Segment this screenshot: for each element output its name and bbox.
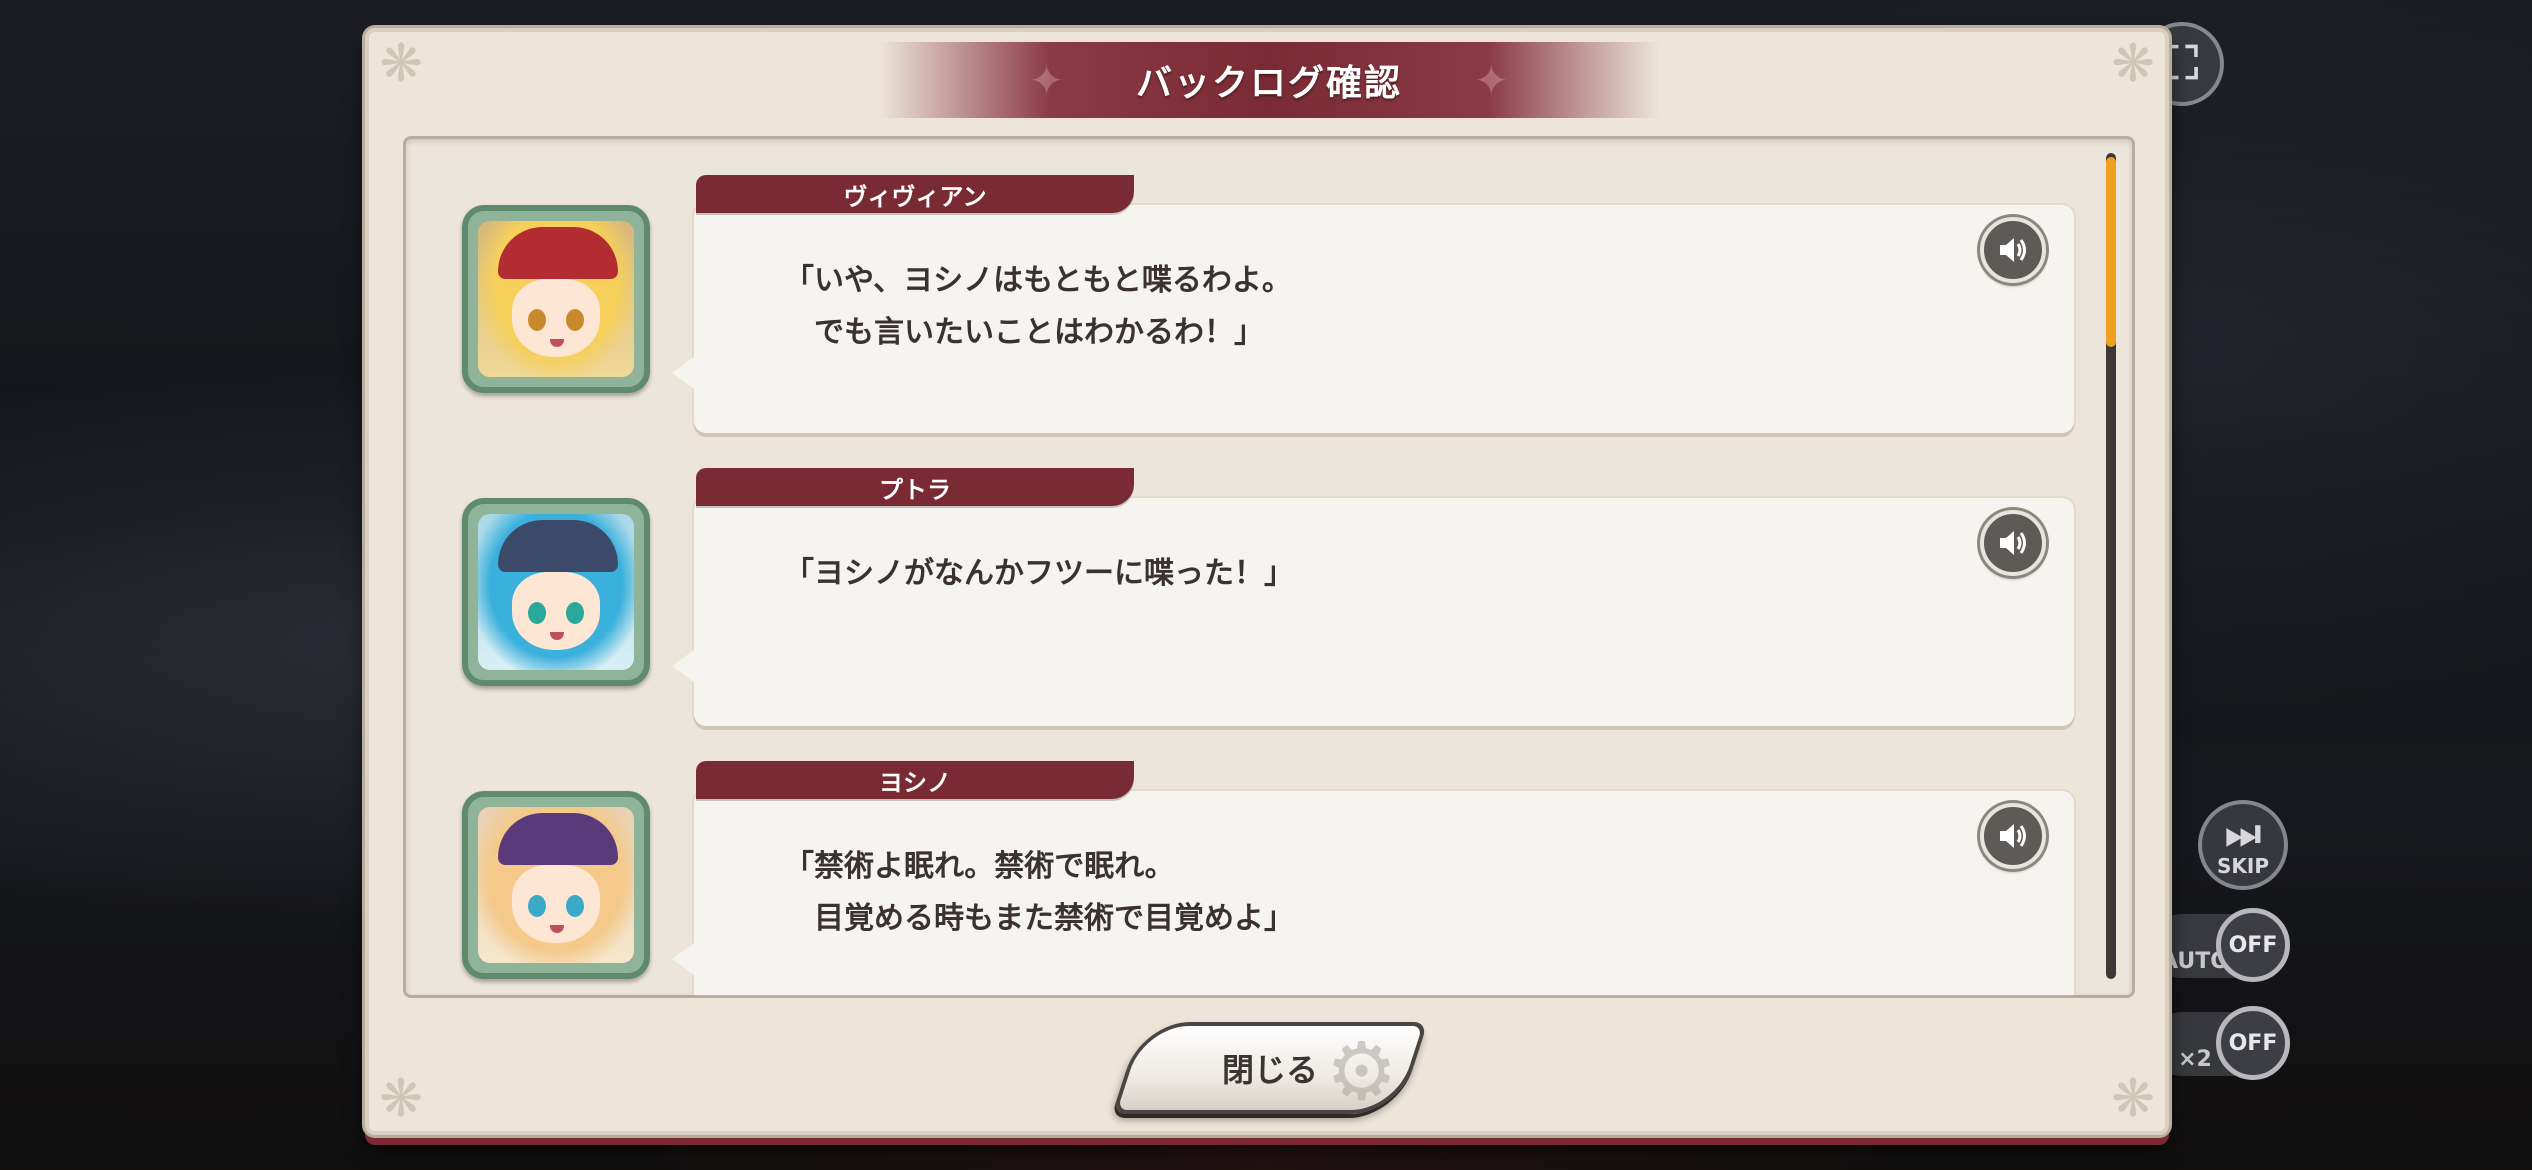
dialogue-text: 「いや、ヨシノはもともと喋るわよ。 でも言いたいことはわかるわ！」 xyxy=(784,263,1292,350)
speaker-icon xyxy=(2000,824,2026,848)
speed-toggle[interactable]: ×2 OFF xyxy=(2150,1006,2290,1080)
speed-state: OFF xyxy=(2216,1006,2290,1080)
list-item: 「ヨシノがなんかフツーに喋った！」 プトラ xyxy=(406,468,2106,728)
auto-toggle[interactable]: AUTO OFF xyxy=(2150,908,2290,982)
speaker-icon xyxy=(2000,238,2026,262)
speaker-name: ヴィヴィアン xyxy=(696,175,1134,213)
voice-replay-button[interactable] xyxy=(1980,510,2046,576)
dialogue-text: 「ヨシノがなんかフツーに喋った！」 xyxy=(784,556,1294,591)
skip-icon: ⏭ xyxy=(2225,811,2261,857)
avatar xyxy=(462,791,650,979)
list-item: 「禁術よ眠れ。禁術で眠れ。 目覚める時もまた禁術で目覚めよ」 ヨシノ xyxy=(406,761,2106,995)
scrollbar[interactable] xyxy=(2106,153,2116,979)
title-ornament: ✦ xyxy=(1473,56,1509,105)
backlog-dialog: ❋ ❋ ❋ ❋ ✦ バックログ確認 ✦ 「いや、ヨシノはもともと喋るわよ。 でも… xyxy=(365,28,2169,1135)
voice-replay-button[interactable] xyxy=(1980,217,2046,283)
corner-ornament: ❋ xyxy=(379,34,423,94)
dialogue-bubble: 「禁術よ眠れ。禁術で眠れ。 目覚める時もまた禁術で目覚めよ」 xyxy=(672,791,2074,995)
avatar-portrait xyxy=(478,221,634,377)
scrollbar-thumb[interactable] xyxy=(2106,157,2116,347)
corner-ornament: ❋ xyxy=(2111,34,2155,94)
skip-label: SKIP xyxy=(2216,854,2269,878)
avatar-portrait xyxy=(478,514,634,670)
auto-state: OFF xyxy=(2216,908,2290,982)
fullscreen-icon: ⛶ xyxy=(2165,36,2199,90)
dialogue-text: 「禁術よ眠れ。禁術で眠れ。 目覚める時もまた禁術で目覚めよ」 xyxy=(784,849,1294,936)
avatar-portrait xyxy=(478,807,634,963)
list-item: 「いや、ヨシノはもともと喋るわよ。 でも言いたいことはわかるわ！」 ヴィヴィアン xyxy=(406,175,2106,435)
close-button[interactable]: ⚙ 閉じる xyxy=(1112,1022,1428,1114)
avatar xyxy=(462,205,650,393)
speaker-name: ヨシノ xyxy=(696,761,1134,799)
avatar xyxy=(462,498,650,686)
corner-ornament: ❋ xyxy=(379,1069,423,1129)
dialog-title-bar: ✦ バックログ確認 ✦ xyxy=(879,42,1659,118)
title-ornament: ✦ xyxy=(1029,56,1065,105)
speaker-icon xyxy=(2000,531,2026,555)
dialogue-bubble: 「ヨシノがなんかフツーに喋った！」 xyxy=(672,498,2074,726)
voice-replay-button[interactable] xyxy=(1980,803,2046,869)
close-button-label: 閉じる xyxy=(1221,1051,1318,1089)
skip-button[interactable]: ⏭ SKIP xyxy=(2198,800,2288,890)
speaker-name: プトラ xyxy=(696,468,1134,506)
corner-ornament: ❋ xyxy=(2111,1069,2155,1129)
backlog-list[interactable]: 「いや、ヨシノはもともと喋るわよ。 でも言いたいことはわかるわ！」 ヴィヴィアン xyxy=(403,136,2135,998)
dialog-title: バックログ確認 xyxy=(1135,63,1402,104)
dialogue-bubble: 「いや、ヨシノはもともと喋るわよ。 でも言いたいことはわかるわ！」 xyxy=(672,205,2074,433)
